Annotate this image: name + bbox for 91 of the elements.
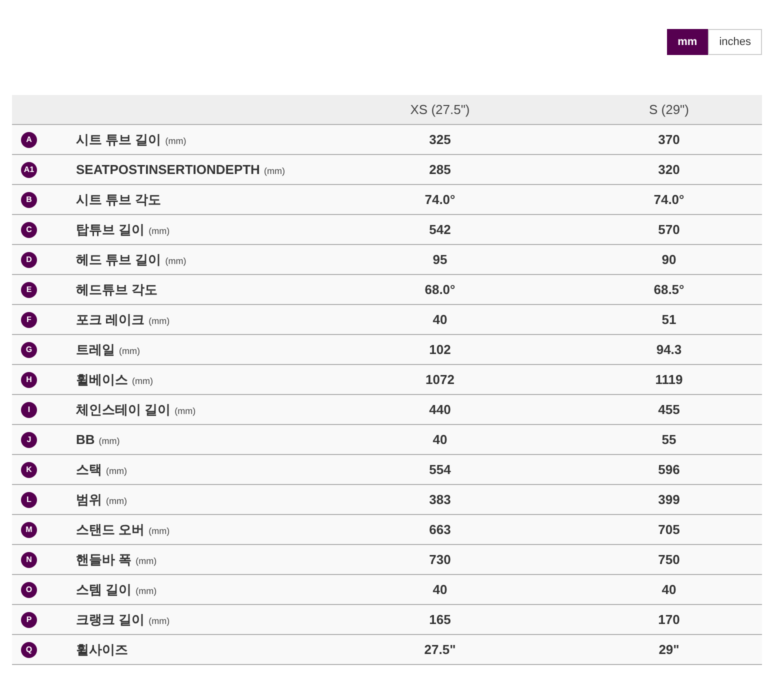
table-cell-text: 95 xyxy=(432,252,448,267)
table-cell-text: 399 xyxy=(657,492,681,507)
table-cell-text: 40 xyxy=(432,432,448,447)
letter-badge: N xyxy=(21,552,37,568)
letter-badge: Q xyxy=(21,642,37,658)
unit-label: (mm) xyxy=(148,226,170,236)
letter-badge: F xyxy=(21,312,37,328)
unit-label: (mm) xyxy=(264,166,285,176)
table-cell-text: 165 xyxy=(428,612,452,627)
table-cell-text: 440 xyxy=(428,402,452,417)
table-cell-text: 55 xyxy=(660,432,678,447)
unit-label: (mm) xyxy=(148,616,170,626)
measurement-name: 핸들바 폭 xyxy=(76,550,132,568)
measurement-name: 크랭크 길이 xyxy=(76,610,145,628)
table-cell-text: 74.0° xyxy=(424,192,456,207)
table-cell-text: 325 xyxy=(428,132,452,147)
table-cell-text: 663 xyxy=(428,522,452,537)
unit-label: (mm) xyxy=(148,526,170,536)
column-header: XS (27.5") xyxy=(409,102,471,117)
measurement-name: 헤드튜브 각도 xyxy=(76,280,158,298)
table-cell-text: 370 xyxy=(657,132,681,147)
table-cell-text: 1072 xyxy=(424,372,456,387)
table-cell-text: 570 xyxy=(657,222,681,237)
table-cell-text: 320 xyxy=(657,162,681,177)
letter-badge: P xyxy=(21,612,37,628)
letter-badge: K xyxy=(21,462,37,478)
table-cell-text: 705 xyxy=(657,522,681,537)
unit-label: (mm) xyxy=(136,586,157,596)
unit-label: (mm) xyxy=(106,466,127,476)
letter-badge: H xyxy=(21,372,37,388)
table-cell-text: 730 xyxy=(428,552,452,567)
unit-label: (mm) xyxy=(136,556,157,566)
measurement-name: 포크 레이크 xyxy=(76,310,145,328)
measurement-name: 범위 xyxy=(76,490,102,508)
table-cell-text: 27.5" xyxy=(423,642,457,657)
unit-label: (mm) xyxy=(165,136,186,146)
table-cell-text: 74.0° xyxy=(652,192,686,207)
unit-label: (mm) xyxy=(106,496,127,506)
table-cell-text: 1119 xyxy=(654,372,684,387)
table-cell-text: 68.5° xyxy=(652,282,686,297)
table-cell-text: 383 xyxy=(428,492,452,507)
measurement-name: 시트 튜브 각도 xyxy=(76,190,162,208)
table-cell-text: 40 xyxy=(432,582,448,597)
table-cell-text: 51 xyxy=(660,312,678,327)
table-cell-text: 102 xyxy=(428,342,452,357)
letter-badge: B xyxy=(21,192,37,208)
letter-badge: G xyxy=(21,342,37,358)
table-cell-text: 40 xyxy=(660,582,678,597)
measurement-name: 헤드 튜브 길이 xyxy=(76,250,162,268)
table-cell-text: 94.3 xyxy=(655,342,683,357)
letter-badge: I xyxy=(21,402,37,418)
table-cell-text: 554 xyxy=(428,462,452,477)
measurement-name: 스템 길이 xyxy=(76,580,132,598)
table-cell-text: 90 xyxy=(660,252,678,267)
letter-badge: E xyxy=(21,282,37,298)
unit-toggle-button[interactable]: mm xyxy=(666,29,708,55)
table-cell-text: 455 xyxy=(657,402,681,417)
table-cell-text: 40 xyxy=(432,312,448,327)
unit-label: (mm) xyxy=(174,406,196,416)
unit-label: (mm) xyxy=(132,376,153,386)
unit-toggle-button[interactable]: inches xyxy=(708,29,762,55)
table-cell-text: 542 xyxy=(428,222,452,237)
unit-label: (mm) xyxy=(98,436,120,446)
letter-badge: M xyxy=(21,522,37,538)
measurement-name: 스탠드 오버 xyxy=(76,520,145,538)
measurement-name: 트레일 xyxy=(76,340,115,358)
table-cell-text: 596 xyxy=(657,462,681,477)
letter-badge: D xyxy=(21,252,37,268)
measurement-name: 스택 xyxy=(76,460,102,478)
measurement-name: SEATPOSTINSERTIONDEPTH xyxy=(76,162,260,177)
measurement-name: 체인스테이 길이 xyxy=(76,400,171,418)
measurement-name: BB xyxy=(76,432,95,447)
table-cell-text: 29" xyxy=(658,642,680,657)
letter-badge: A1 xyxy=(21,162,37,178)
unit-label: (mm) xyxy=(148,316,170,326)
letter-badge: L xyxy=(21,492,37,508)
letter-badge: C xyxy=(21,222,37,238)
table-cell-text: 750 xyxy=(657,552,681,567)
measurement-name: 휠사이즈 xyxy=(76,640,128,658)
measurement-name: 탑튜브 길이 xyxy=(76,220,145,238)
column-header: S (29") xyxy=(648,102,690,117)
table-cell-text: 170 xyxy=(657,612,681,627)
table-cell-text: 285 xyxy=(428,162,452,177)
table-cell-text: 68.0° xyxy=(424,282,456,297)
unit-label: (mm) xyxy=(119,346,140,356)
letter-badge: A xyxy=(21,132,37,148)
letter-badge: O xyxy=(21,582,37,598)
measurement-name: 휠베이스 xyxy=(76,370,128,388)
measurement-name: 시트 튜브 길이 xyxy=(76,130,162,148)
unit-label: (mm) xyxy=(165,256,186,266)
letter-badge: J xyxy=(21,432,37,448)
